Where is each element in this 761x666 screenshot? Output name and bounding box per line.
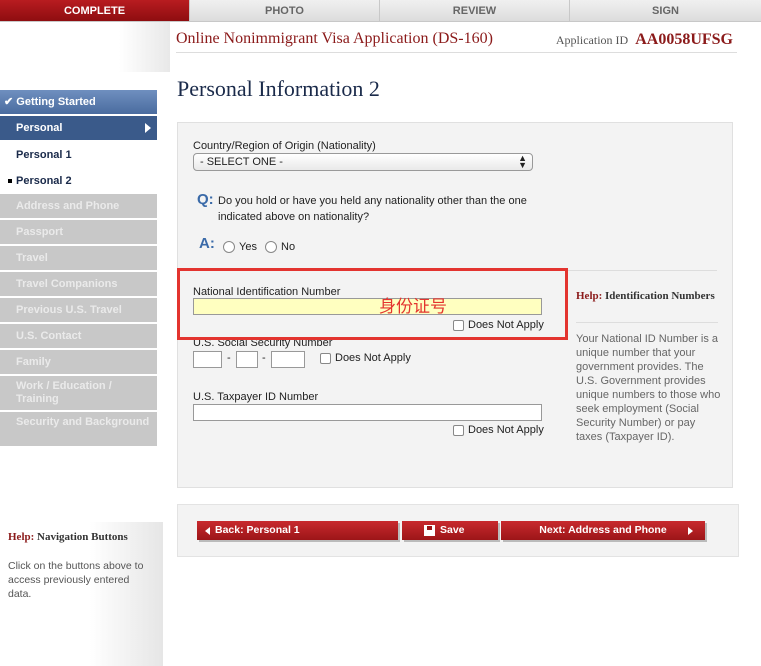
tab-photo[interactable]: PHOTO — [190, 0, 380, 22]
sidebar-item-personal-2[interactable]: Personal 2 — [0, 168, 157, 194]
nationality-select[interactable]: - SELECT ONE - ▲ ▼ — [193, 153, 533, 171]
help-navigation-heading: Navigation Buttons — [37, 531, 128, 543]
sidebar-item-travel: Travel — [0, 246, 157, 270]
help-identification-panel: Help: Identification Numbers Your Nation… — [576, 289, 721, 443]
page-title: Personal Information 2 — [177, 76, 380, 101]
help-navigation-prefix: Help: — [8, 531, 35, 543]
question-marker: Q: — [197, 191, 214, 208]
sidebar-item-passport: Passport — [0, 220, 157, 244]
sidebar-item-us-contact: U.S. Contact — [0, 324, 157, 348]
header-divider — [176, 52, 737, 53]
annotation-highlight-box — [177, 268, 568, 340]
taxpayer-does-not-apply-checkbox[interactable] — [453, 425, 464, 436]
radio-no-label: No — [281, 241, 296, 253]
arrow-left-icon — [205, 527, 210, 535]
help-identification-prefix: Help: — [576, 290, 603, 302]
radio-yes[interactable] — [223, 241, 235, 253]
help-navigation-title: Help: Navigation Buttons — [8, 531, 155, 543]
ssn-part-3-input[interactable] — [271, 351, 305, 368]
nationality-select-value: - SELECT ONE - — [200, 156, 283, 168]
taxpayer-id-input[interactable] — [193, 404, 542, 421]
next-button[interactable]: Next: Address and Phone — [501, 521, 705, 540]
ssn-part-1-input[interactable] — [193, 351, 222, 368]
save-button[interactable]: Save — [402, 521, 498, 540]
application-id-value: AA0058UFSG — [635, 31, 733, 48]
sidebar-item-family: Family — [0, 350, 157, 374]
ssn-part-2-input[interactable] — [236, 351, 258, 368]
sidebar-item-previous-travel: Previous U.S. Travel — [0, 298, 157, 322]
ssn-does-not-apply-checkbox[interactable] — [320, 353, 331, 364]
back-button[interactable]: Back: Personal 1 — [197, 521, 398, 540]
application-id: Application ID AA0058UFSG — [556, 31, 733, 49]
other-nationality-question: Do you hold or have you held any nationa… — [218, 195, 527, 223]
sidebar-item-travel-companions: Travel Companions — [0, 272, 157, 296]
floppy-disk-icon — [424, 525, 435, 536]
nationality-label: Country/Region of Origin (Nationality) — [193, 140, 376, 152]
sidebar-header-shade — [0, 22, 170, 72]
annotation-label: 身份证号 — [379, 297, 447, 316]
app-title: Online Nonimmigrant Visa Application (DS… — [176, 30, 493, 47]
progress-tabs: COMPLETE PHOTO REVIEW SIGN — [0, 0, 761, 22]
save-button-label: Save — [440, 524, 465, 536]
tab-sign[interactable]: SIGN — [570, 0, 761, 22]
sidebar-item-work-education: Work / Education / Training — [0, 376, 157, 410]
sidebar-item-personal[interactable]: Personal — [0, 116, 157, 140]
help-identification-title: Help: Identification Numbers — [576, 289, 721, 303]
tab-complete[interactable]: COMPLETE — [0, 0, 190, 22]
taxpayer-does-not-apply-label: Does Not Apply — [468, 424, 544, 436]
help-identification-heading: Identification Numbers — [605, 290, 715, 302]
help-navigation-panel: Help: Navigation Buttons Click on the bu… — [0, 522, 163, 666]
sidebar-item-getting-started[interactable]: ✔ Getting Started — [0, 90, 157, 114]
ssn-dash-1: - — [227, 352, 231, 364]
taxpayer-id-label: U.S. Taxpayer ID Number — [193, 391, 319, 403]
arrow-right-icon — [688, 527, 693, 535]
next-button-label: Next: Address and Phone — [539, 524, 667, 536]
application-id-label: Application ID — [555, 33, 629, 47]
sidebar-item-address-phone: Address and Phone — [0, 194, 157, 218]
sidebar-item-security: Security and Background — [0, 412, 157, 446]
help-navigation-text: Click on the buttons above to access pre… — [8, 560, 144, 600]
answer-marker: A: — [199, 235, 215, 252]
tab-review[interactable]: REVIEW — [380, 0, 570, 22]
help-divider — [576, 322, 718, 323]
radio-no[interactable] — [265, 241, 277, 253]
radio-yes-label: Yes — [239, 241, 257, 253]
sidebar-nav: ✔ Getting Started Personal Personal 1 Pe… — [0, 90, 157, 448]
sidebar-item-personal-1[interactable]: Personal 1 — [0, 142, 157, 168]
select-arrows-icon: ▲ ▼ — [518, 153, 527, 170]
ssn-does-not-apply-label: Does Not Apply — [335, 352, 411, 364]
ssn-dash-2: - — [262, 352, 266, 364]
back-button-label: Back: Personal 1 — [215, 524, 300, 536]
help-identification-text: Your National ID Number is a unique numb… — [576, 333, 721, 443]
